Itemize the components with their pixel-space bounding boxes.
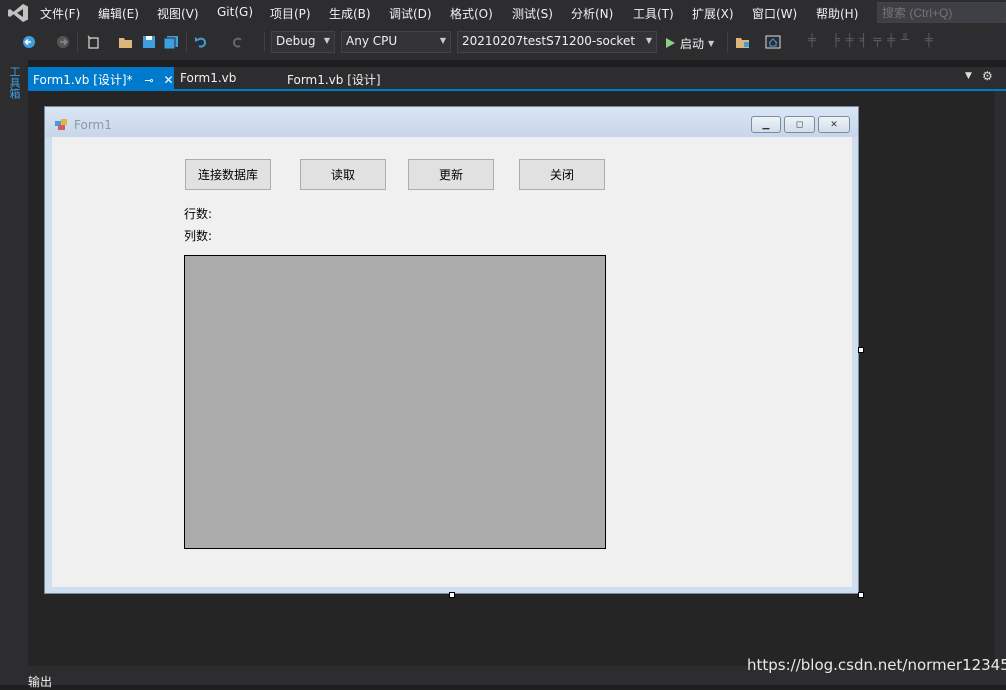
file-explorer-icon[interactable] xyxy=(734,33,752,51)
menu-test[interactable]: 测试(S) xyxy=(512,5,553,22)
close-button[interactable]: 关闭 xyxy=(519,159,605,190)
undo-icon[interactable] xyxy=(192,33,210,51)
pin-icon[interactable]: ⊸ xyxy=(144,74,153,87)
close-icon[interactable]: ✕ xyxy=(163,73,173,87)
output-tab[interactable]: 输出 xyxy=(28,673,52,690)
right-tool-strip xyxy=(995,91,1006,666)
resize-handle[interactable] xyxy=(449,592,455,598)
chevron-down-icon: ▼ xyxy=(323,36,330,45)
save-icon[interactable] xyxy=(140,33,158,51)
open-folder-icon[interactable] xyxy=(117,33,135,51)
platform-value: Any CPU xyxy=(346,34,398,48)
start-button[interactable]: 启动 ▼ xyxy=(664,34,714,52)
chevron-down-icon: ▼ xyxy=(439,36,446,45)
play-icon xyxy=(666,38,675,48)
watermark: https://blog.csdn.net/normer123456 xyxy=(747,656,1006,674)
menu-extensions[interactable]: 扩展(X) xyxy=(692,5,734,22)
minimize-icon[interactable]: ▁ xyxy=(751,116,781,133)
save-all-icon[interactable] xyxy=(162,33,180,51)
home-icon[interactable] xyxy=(764,33,782,51)
tab-label: Form1.vb [设计] xyxy=(287,73,381,87)
toolbar-separator xyxy=(77,32,78,52)
tab-form1-design-modified[interactable]: Form1.vb [设计]* ⊸ ✕ xyxy=(28,67,174,89)
configuration-value: Debug xyxy=(276,34,316,48)
form-title-bar[interactable] xyxy=(45,107,858,137)
tab-form1-design[interactable]: Form1.vb [设计] xyxy=(282,67,412,89)
form-close-icon[interactable]: ✕ xyxy=(818,116,850,133)
menu-analyze[interactable]: 分析(N) xyxy=(571,5,613,22)
tab-overflow-icon[interactable]: ▼ xyxy=(965,71,972,81)
menu-git[interactable]: Git(G) xyxy=(217,5,253,19)
search-input[interactable] xyxy=(877,2,1006,23)
menu-project[interactable]: 项目(P) xyxy=(270,5,311,22)
chevron-down-icon: ▼ xyxy=(708,38,715,48)
menu-build[interactable]: 生成(B) xyxy=(329,5,371,22)
chevron-down-icon: ▼ xyxy=(645,36,652,45)
gear-icon[interactable]: ⚙ xyxy=(982,69,993,83)
form-icon xyxy=(55,119,69,131)
resize-handle[interactable] xyxy=(858,592,864,598)
back-icon[interactable] xyxy=(20,33,38,51)
startup-project-value: 20210207testS71200-socket xyxy=(462,34,636,48)
left-tool-strip xyxy=(0,60,28,685)
layout-align-icons[interactable]: ╪ ╞╪╡╤╪╨ ╪ xyxy=(808,33,998,51)
new-project-icon[interactable] xyxy=(84,33,102,51)
form-title: Form1 xyxy=(74,118,112,132)
update-button[interactable]: 更新 xyxy=(408,159,494,190)
menu-window[interactable]: 窗口(W) xyxy=(752,5,797,22)
tab-form1-code[interactable]: Form1.vb xyxy=(175,67,275,89)
tab-label: Form1.vb [设计]* xyxy=(33,73,133,87)
menu-view[interactable]: 视图(V) xyxy=(157,5,199,22)
menu-help[interactable]: 帮助(H) xyxy=(816,5,858,22)
startup-project-dropdown[interactable]: 20210207testS71200-socket ▼ xyxy=(457,31,657,53)
visual-studio-logo-icon[interactable] xyxy=(6,3,30,23)
platform-dropdown[interactable]: Any CPU ▼ xyxy=(341,31,451,53)
configuration-dropdown[interactable]: Debug ▼ xyxy=(271,31,335,53)
start-button-label: 启动 xyxy=(680,36,705,51)
data-grid-view[interactable] xyxy=(184,255,606,549)
tab-label: Form1.vb xyxy=(180,71,237,85)
toolbar-separator xyxy=(186,32,187,52)
connect-database-button[interactable]: 连接数据库 xyxy=(185,159,271,190)
rows-label: 行数: xyxy=(184,207,213,221)
menu-tools[interactable]: 工具(T) xyxy=(633,5,674,22)
redo-icon[interactable] xyxy=(229,33,247,51)
menu-file[interactable]: 文件(F) xyxy=(40,5,80,22)
forward-icon[interactable] xyxy=(54,33,72,51)
toolbar-separator xyxy=(264,32,265,52)
maximize-icon[interactable]: ◻ xyxy=(784,116,815,133)
menu-format[interactable]: 格式(O) xyxy=(450,5,493,22)
toolbox-tab[interactable]: 工具箱 xyxy=(6,66,21,99)
toolbar-separator xyxy=(727,32,728,52)
read-button[interactable]: 读取 xyxy=(300,159,386,190)
resize-handle[interactable] xyxy=(858,347,864,353)
menu-debug[interactable]: 调试(D) xyxy=(389,5,432,22)
columns-label: 列数: xyxy=(184,229,213,243)
menu-edit[interactable]: 编辑(E) xyxy=(98,5,139,22)
